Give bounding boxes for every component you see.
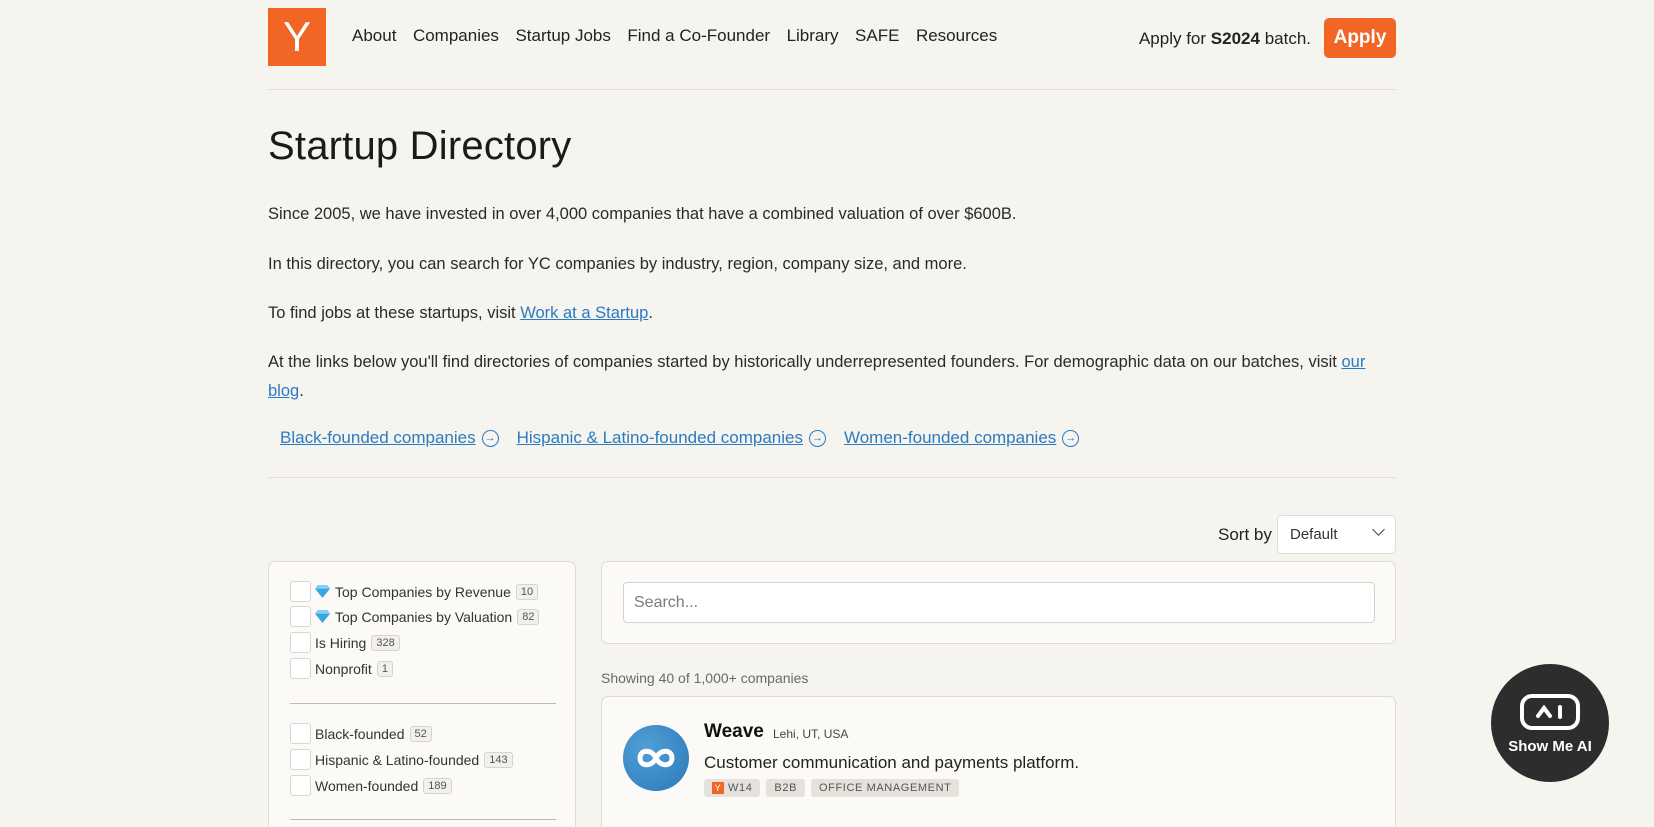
filter-panel: Top Companies by Revenue 10 Top Companie… [268, 561, 576, 827]
section-divider [268, 477, 1396, 478]
checkbox[interactable] [290, 606, 311, 627]
page-container: Y About Companies Startup Jobs Find a Co… [268, 0, 1396, 827]
company-location: Lehi, UT, USA [773, 727, 849, 741]
filter-label: Nonprofit [315, 660, 372, 677]
nav-resources[interactable]: Resources [916, 26, 997, 46]
filter-count: 143 [484, 751, 513, 768]
p4-suffix: . [299, 382, 304, 400]
filter-label: Is Hiring [315, 634, 367, 651]
p3-suffix: . [648, 304, 653, 322]
filter-black-founded[interactable]: Black-founded 52 [290, 723, 432, 744]
filter-count: 189 [423, 777, 452, 794]
apply-batch-text: Apply for S2024 batch. [1139, 29, 1311, 49]
apply-button[interactable]: Apply [1324, 18, 1396, 58]
filter-is-hiring[interactable]: Is Hiring 328 [290, 632, 400, 653]
chevron-down-icon [1372, 523, 1385, 536]
results-count: Showing 40 of 1,000+ companies [601, 670, 809, 686]
intro-paragraph-3: To find jobs at these startups, visit Wo… [268, 299, 1396, 328]
site-header: Y About Companies Startup Jobs Find a Co… [268, 0, 1396, 90]
company-logo [623, 725, 689, 791]
intro-paragraph-2: In this directory, you can search for YC… [268, 255, 967, 273]
filter-label: Top Companies by Revenue [335, 583, 511, 600]
apply-suffix: batch. [1264, 29, 1311, 48]
intro-paragraph-4: At the links below you'll find directori… [268, 348, 1396, 406]
work-at-startup-link[interactable]: Work at a Startup [520, 304, 648, 322]
filter-count: 10 [515, 583, 539, 600]
filter-women-founded[interactable]: Women-founded 189 [290, 775, 452, 796]
intro-paragraph-1: Since 2005, we have invested in over 4,0… [268, 205, 1017, 223]
filter-count: 52 [409, 725, 432, 742]
filter-count: 1 [376, 660, 393, 677]
sort-select[interactable]: Default [1277, 515, 1396, 554]
show-me-ai-label: Show Me AI [1508, 737, 1592, 755]
arrow-right-circle-icon: → [808, 429, 826, 447]
filter-label: Top Companies by Valuation [335, 608, 513, 625]
p3-prefix: To find jobs at these startups, visit [268, 304, 516, 322]
company-description: Customer communication and payments plat… [704, 753, 1080, 772]
yc-mini-icon: Y [712, 782, 724, 794]
page-title: Startup Directory [268, 124, 572, 168]
apply-prefix: Apply for [1138, 29, 1207, 48]
nav-startup-jobs[interactable]: Startup Jobs [515, 26, 610, 46]
batch-tag[interactable]: Y W14 [704, 779, 761, 797]
nav-library[interactable]: Library [787, 26, 839, 46]
arrow-right-circle-icon: → [481, 429, 499, 447]
company-name: Weave [704, 721, 764, 742]
filter-label: Black-founded [315, 725, 405, 742]
filter-top-valuation[interactable]: Top Companies by Valuation 82 [290, 606, 540, 627]
company-tags: Y W14 B2B OFFICE MANAGEMENT [704, 779, 960, 797]
search-input[interactable] [623, 582, 1375, 623]
nav-about[interactable]: About [352, 26, 396, 46]
black-founded-link[interactable]: Black-founded companies → [280, 428, 499, 448]
arrow-right-circle-icon: → [1062, 429, 1080, 447]
filter-divider [290, 703, 556, 704]
sort-value: Default [1290, 526, 1338, 543]
women-founded-link-label: Women-founded companies [843, 428, 1057, 447]
checkbox[interactable] [290, 581, 311, 602]
diamond-icon [315, 610, 330, 623]
weave-logo-icon [637, 748, 675, 768]
sort-label: Sort by [1218, 525, 1272, 544]
nav-safe[interactable]: SAFE [855, 26, 899, 46]
hispanic-latino-founded-link-label: Hispanic & Latino-founded companies [516, 428, 803, 447]
apply-batch: S2024 [1210, 29, 1260, 48]
demographic-links: Black-founded companies → Hispanic & Lat… [280, 428, 1080, 448]
filter-label: Hispanic & Latino-founded [315, 751, 480, 768]
checkbox[interactable] [290, 775, 311, 796]
checkbox[interactable] [290, 658, 311, 679]
checkbox[interactable] [290, 749, 311, 770]
yc-logo[interactable]: Y [268, 8, 326, 66]
industry-tag[interactable]: B2B [766, 779, 806, 797]
checkbox[interactable] [290, 632, 311, 653]
filter-hispanic-latino-founded[interactable]: Hispanic & Latino-founded 143 [290, 749, 513, 770]
filter-count: 82 [517, 608, 540, 625]
women-founded-link[interactable]: Women-founded companies → [843, 428, 1080, 448]
main-nav: About Companies Startup Jobs Find a Co-F… [352, 26, 997, 46]
hispanic-latino-founded-link[interactable]: Hispanic & Latino-founded companies → [517, 428, 826, 448]
filter-label: Women-founded [315, 777, 419, 794]
industry-tag[interactable]: OFFICE MANAGEMENT [811, 779, 960, 797]
checkbox[interactable] [290, 723, 311, 744]
robot-screen-icon [1520, 693, 1580, 730]
filter-divider [290, 819, 556, 820]
nav-find-cofounder[interactable]: Find a Co-Founder [627, 26, 770, 46]
search-panel [601, 561, 1396, 644]
nav-companies[interactable]: Companies [413, 26, 499, 46]
show-me-ai-badge[interactable]: Show Me AI [1491, 664, 1609, 782]
batch-label: W14 [728, 782, 753, 794]
black-founded-link-label: Black-founded companies [280, 428, 476, 447]
filter-top-revenue[interactable]: Top Companies by Revenue 10 [290, 581, 539, 602]
diamond-icon [315, 585, 330, 598]
company-card[interactable]: Weave Lehi, UT, USA Customer communicati… [601, 696, 1396, 827]
filter-nonprofit[interactable]: Nonprofit 1 [290, 658, 393, 679]
p4-prefix: At the links below you'll find directori… [268, 353, 1337, 371]
filter-count: 328 [371, 634, 400, 651]
